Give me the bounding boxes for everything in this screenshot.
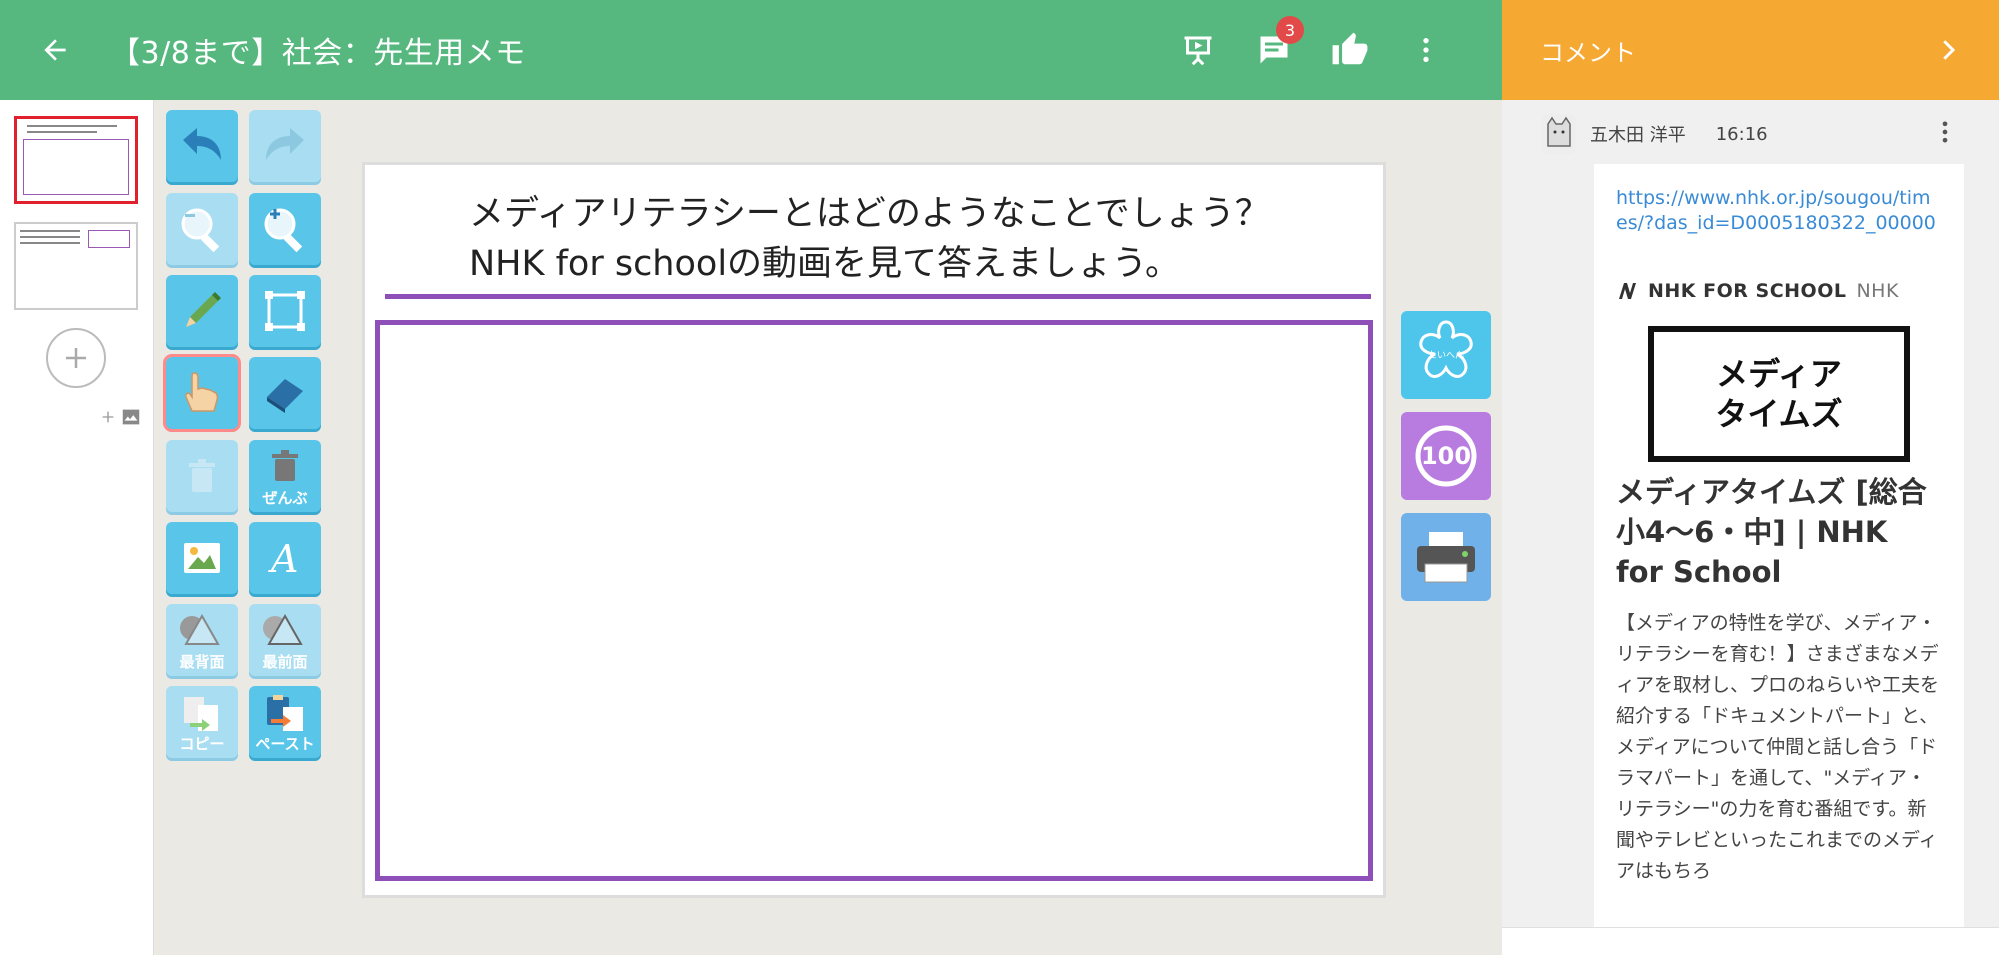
- question-line-1: メディアリテラシーとはどのようなことでしょう？: [469, 194, 1270, 234]
- note-canvas[interactable]: メディアリテラシーとはどのようなことでしょう？ NHK for schoolの動…: [362, 162, 1386, 898]
- site-name: NHK FOR SCHOOL: [1648, 280, 1847, 302]
- send-to-back-label: 最背面: [179, 653, 225, 671]
- question-line-2: NHK for schoolの動画を見て答えましょう。: [469, 244, 1180, 284]
- zoom-in-icon: [264, 208, 303, 253]
- redo-button[interactable]: [249, 110, 321, 182]
- plus-icon: [102, 411, 114, 423]
- comment-author: 五木田 洋平 16:16: [1542, 114, 1768, 154]
- comment-panel: 五木田 洋平 16:16 https://www.nhk.or.jp/sougo…: [1502, 100, 1999, 955]
- site-owner: NHK: [1856, 280, 1899, 302]
- text-font-icon: A: [268, 537, 298, 580]
- bring-to-front-label: 最前面: [262, 653, 308, 671]
- copy-label: コピー: [179, 735, 225, 753]
- image-icon: [184, 543, 220, 573]
- undo-button[interactable]: [166, 110, 238, 182]
- add-page-button[interactable]: [46, 328, 106, 388]
- comment-link[interactable]: https://www.nhk.or.jp/sougou/times/?das_…: [1616, 186, 1942, 236]
- comment-bubble: https://www.nhk.or.jp/sougou/times/?das_…: [1594, 164, 1964, 955]
- score-stamp-label: 100: [1420, 442, 1472, 470]
- print-button[interactable]: [1401, 513, 1491, 601]
- like-button[interactable]: [1312, 0, 1388, 100]
- answer-box[interactable]: [375, 320, 1373, 881]
- zoom-out-icon: [181, 208, 220, 253]
- logo-line-2: タイムズ: [1715, 395, 1843, 433]
- divider-line: [385, 294, 1371, 299]
- select-area-button[interactable]: [249, 275, 321, 347]
- zoom-in-button[interactable]: [249, 193, 321, 265]
- delete-button[interactable]: [166, 440, 238, 512]
- paste-button[interactable]: ペースト: [249, 686, 321, 758]
- eraser-icon: [267, 379, 303, 413]
- svg-text:たいへん: たいへん: [1428, 350, 1464, 361]
- comment-input-area[interactable]: [1502, 927, 1999, 955]
- back-button[interactable]: [0, 0, 110, 100]
- media-times-logo: メディア タイムズ: [1648, 326, 1910, 462]
- delete-all-label: ぜんぶ: [262, 489, 308, 507]
- svg-text:A: A: [268, 537, 298, 580]
- printer-icon: [1417, 532, 1475, 583]
- logo-line-1: メディア: [1716, 355, 1842, 393]
- insert-image-button[interactable]: [166, 522, 238, 594]
- link-preview-site: NHK FOR SCHOOL NHK: [1616, 280, 1942, 302]
- plus-icon: [66, 348, 86, 368]
- presentation-button[interactable]: [1160, 0, 1236, 100]
- comment-count-badge: 3: [1276, 16, 1304, 44]
- comment-more-button[interactable]: [1931, 118, 1959, 150]
- page-thumbnail-2[interactable]: [14, 222, 138, 310]
- more-vertical-icon: [1942, 121, 1948, 143]
- send-to-back-button[interactable]: 最背面: [166, 604, 238, 676]
- copy-icon: [184, 697, 218, 731]
- thumbs-up-icon: [1332, 32, 1368, 65]
- trash-icon: [189, 459, 215, 492]
- arrow-back-icon: [44, 39, 66, 61]
- score-stamp-button[interactable]: 100: [1401, 412, 1491, 500]
- delete-all-button[interactable]: ぜんぶ: [249, 440, 321, 512]
- eraser-button[interactable]: [249, 357, 321, 429]
- more-vertical-icon: [1423, 38, 1429, 62]
- top-bar: 【3/8まで】社会：先生用メモ 3: [0, 0, 1502, 100]
- page-thumbnails: [0, 100, 154, 955]
- undo-icon: [183, 128, 221, 160]
- text-tool-button[interactable]: A: [249, 522, 321, 594]
- link-preview-description: 【メディアの特性を学び、メディア・リテラシーを育む！】さまざまなメディアを取材し…: [1616, 612, 1940, 882]
- redo-icon: [266, 128, 304, 160]
- copy-button[interactable]: コピー: [166, 686, 238, 758]
- link-preview-title[interactable]: メディアタイムズ [総合 小4〜6・中] | NHK for School: [1616, 472, 1942, 592]
- chevron-right-icon[interactable]: [1933, 35, 1963, 65]
- bring-to-front-button[interactable]: 最前面: [249, 604, 321, 676]
- hand-tool-button[interactable]: [163, 354, 241, 432]
- paste-icon: [267, 695, 303, 731]
- zoom-out-button[interactable]: [166, 193, 238, 265]
- cat-avatar-icon: [1547, 116, 1571, 147]
- paste-label: ペースト: [255, 735, 315, 753]
- sakura-stamp-icon: たいへん: [1419, 320, 1473, 378]
- comment-panel-title: コメント: [1540, 38, 1636, 67]
- pointer-hand-icon: [185, 372, 219, 412]
- avatar: [1542, 114, 1576, 154]
- image-icon: [122, 409, 140, 425]
- comment-panel-header: コメント: [1502, 0, 1999, 100]
- comment-time: 16:16: [1715, 123, 1768, 145]
- layer-front-icon: [263, 613, 303, 645]
- layer-back-icon: [180, 613, 220, 645]
- nhk-logo-icon: [1619, 283, 1636, 299]
- pen-tool-button[interactable]: [166, 275, 238, 347]
- presentation-icon: [1184, 36, 1212, 66]
- trash-icon: [272, 450, 298, 481]
- comment-author-name: 五木田 洋平: [1590, 125, 1686, 146]
- more-options-button[interactable]: [1388, 0, 1464, 100]
- page-title: 【3/8まで】社会：先生用メモ: [110, 36, 526, 71]
- sakura-stamp-button[interactable]: たいへん: [1401, 311, 1491, 399]
- pencil-icon: [186, 292, 221, 327]
- page-thumbnail-1[interactable]: [14, 116, 138, 204]
- comments-button[interactable]: 3: [1236, 0, 1312, 100]
- selection-box-icon: [265, 291, 305, 331]
- add-image-page-button[interactable]: [100, 406, 142, 428]
